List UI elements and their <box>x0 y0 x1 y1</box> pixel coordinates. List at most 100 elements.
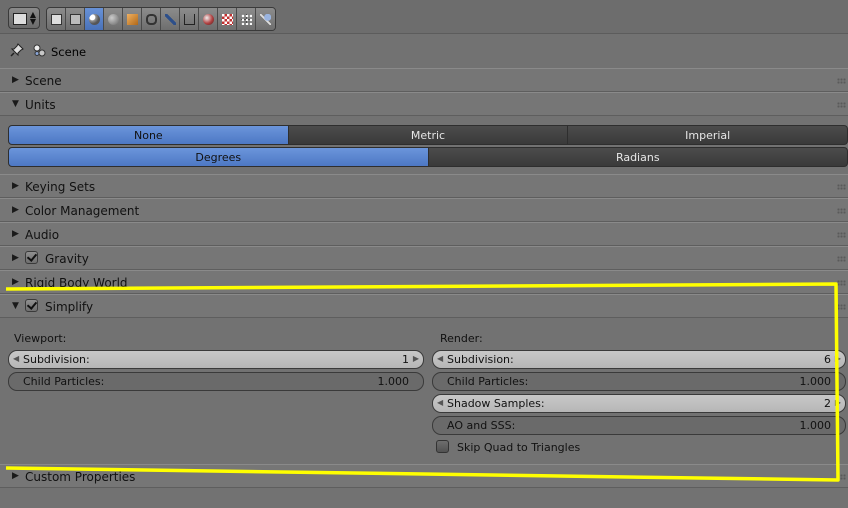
triangle-right-icon: ▶ <box>12 229 19 239</box>
render-subdivision-label: Subdivision: <box>447 353 514 366</box>
texture-icon <box>221 13 233 25</box>
properties-header: ▲ ▼ <box>0 0 848 34</box>
triangle-right-icon: ▶ <box>12 471 19 481</box>
unit-system-selector: None Metric Imperial <box>8 125 848 145</box>
panel-title-simplify: Simplify <box>45 300 94 314</box>
panel-rigid-body-world-header[interactable]: ▶ Rigid Body World <box>0 270 848 294</box>
render-icon <box>50 13 62 25</box>
decrement-arrow-icon[interactable]: ◀ <box>437 354 443 363</box>
tab-texture[interactable] <box>218 8 237 30</box>
panel-title-audio: Audio <box>25 228 60 242</box>
increment-arrow-icon[interactable]: ▶ <box>835 398 841 407</box>
drag-grip-icon[interactable] <box>837 232 846 238</box>
scene-icon <box>33 44 46 57</box>
viewport-subdivision-value: 1 <box>402 353 409 366</box>
render-ao-sss-label: AO and SSS: <box>447 419 516 432</box>
render-child-particles-slider[interactable]: Child Particles: 1.000 <box>432 372 846 391</box>
tab-world[interactable] <box>104 8 123 30</box>
drag-grip-icon[interactable] <box>837 304 846 310</box>
drag-grip-icon[interactable] <box>837 474 846 480</box>
skip-quad-to-triangles-label: Skip Quad to Triangles <box>457 441 581 454</box>
render-ao-sss-value: 1.000 <box>799 419 832 432</box>
properties-editor-icon <box>13 13 27 25</box>
context-path: Scene <box>0 34 848 68</box>
tab-material[interactable] <box>199 8 218 30</box>
physics-icon <box>260 13 271 25</box>
viewport-column-label: Viewport: <box>14 332 67 345</box>
modifiers-icon <box>164 13 176 25</box>
triangle-right-icon: ▶ <box>12 75 19 85</box>
tab-render[interactable] <box>47 8 66 30</box>
simplify-checkbox[interactable] <box>25 299 38 312</box>
viewport-child-particles-value: 1.000 <box>377 375 410 388</box>
panel-units-header[interactable]: ▼ Units <box>0 92 848 116</box>
tab-constraints[interactable] <box>142 8 161 30</box>
tab-modifiers[interactable] <box>161 8 180 30</box>
triangle-down-icon: ▼ <box>12 99 19 109</box>
triangle-right-icon: ▶ <box>12 253 19 263</box>
drag-grip-icon[interactable] <box>837 102 846 108</box>
context-scene-label: Scene <box>51 45 87 59</box>
viewport-child-particles-slider[interactable]: Child Particles: 1.000 <box>8 372 424 391</box>
properties-tabs <box>46 7 276 31</box>
increment-arrow-icon[interactable]: ▶ <box>835 354 841 363</box>
increment-arrow-icon[interactable]: ▶ <box>413 354 419 363</box>
chevron-updown-icon: ▲ ▼ <box>29 10 36 26</box>
viewport-subdivision-field[interactable]: ◀ Subdivision: 1 ▶ <box>8 350 424 369</box>
gravity-checkbox[interactable] <box>25 251 38 264</box>
particles-icon <box>240 13 252 25</box>
drag-grip-icon[interactable] <box>837 208 846 214</box>
tab-particles[interactable] <box>237 8 256 30</box>
material-icon <box>202 13 214 25</box>
decrement-arrow-icon[interactable]: ◀ <box>437 398 443 407</box>
drag-grip-icon[interactable] <box>837 280 846 286</box>
skip-quad-to-triangles-checkbox[interactable] <box>436 440 449 453</box>
render-subdivision-value: 6 <box>824 353 831 366</box>
tab-physics[interactable] <box>256 8 275 30</box>
tab-render-layers[interactable] <box>66 8 85 30</box>
drag-grip-icon[interactable] <box>837 256 846 262</box>
panel-keying-sets-header[interactable]: ▶ Keying Sets <box>0 174 848 198</box>
scene-icon <box>88 13 100 25</box>
panel-gravity-header[interactable]: ▶ Gravity <box>0 246 848 270</box>
triangle-right-icon: ▶ <box>12 277 19 287</box>
unit-system-imperial-button[interactable]: Imperial <box>568 125 848 145</box>
rotation-units-selector: Degrees Radians <box>8 147 848 167</box>
panel-title-rigid-body-world: Rigid Body World <box>25 276 128 290</box>
render-layers-icon <box>69 13 81 25</box>
panel-scene-header[interactable]: ▶ Scene <box>0 68 848 92</box>
data-icon <box>183 13 195 25</box>
triangle-right-icon: ▶ <box>12 181 19 191</box>
render-subdivision-field[interactable]: ◀ Subdivision: 6 ▶ <box>432 350 846 369</box>
unit-system-metric-button[interactable]: Metric <box>288 125 569 145</box>
panel-title-scene: Scene <box>25 74 62 88</box>
panel-audio-header[interactable]: ▶ Audio <box>0 222 848 246</box>
drag-grip-icon[interactable] <box>837 78 846 84</box>
panel-title-keying-sets: Keying Sets <box>25 180 96 194</box>
render-ao-sss-slider[interactable]: AO and SSS: 1.000 <box>432 416 846 435</box>
unit-system-none-button[interactable]: None <box>8 125 289 145</box>
panel-color-management-header[interactable]: ▶ Color Management <box>0 198 848 222</box>
panel-custom-properties-header[interactable]: ▶ Custom Properties <box>0 464 848 488</box>
drag-grip-icon[interactable] <box>837 184 846 190</box>
render-shadow-samples-field[interactable]: ◀ Shadow Samples: 2 ▶ <box>432 394 846 413</box>
tab-data[interactable] <box>180 8 199 30</box>
decrement-arrow-icon[interactable]: ◀ <box>13 354 19 363</box>
constraints-icon <box>145 13 157 25</box>
world-icon <box>107 13 119 25</box>
editor-type-selector[interactable]: ▲ ▼ <box>8 7 40 29</box>
pin-icon[interactable] <box>10 43 24 57</box>
rotation-degrees-button[interactable]: Degrees <box>8 147 429 167</box>
tab-scene[interactable] <box>85 8 104 30</box>
panel-title-gravity: Gravity <box>45 252 89 266</box>
tab-object[interactable] <box>123 8 142 30</box>
viewport-subdivision-label: Subdivision: <box>23 353 90 366</box>
rotation-radians-button[interactable]: Radians <box>428 147 848 167</box>
render-shadow-samples-label: Shadow Samples: <box>447 397 545 410</box>
render-column-label: Render: <box>440 332 483 345</box>
viewport-child-particles-label: Child Particles: <box>23 375 105 388</box>
object-icon <box>126 13 138 25</box>
panel-title-color-management: Color Management <box>25 204 140 218</box>
triangle-down-icon: ▼ <box>12 301 19 311</box>
panel-simplify-header[interactable]: ▼ Simplify <box>0 294 848 318</box>
